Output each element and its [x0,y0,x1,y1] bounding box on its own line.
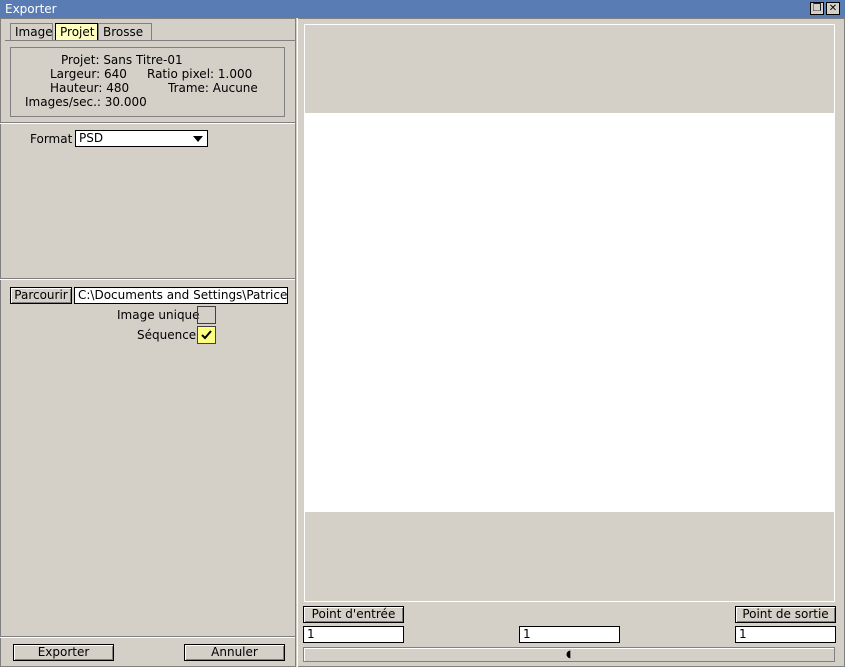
in-point-button[interactable]: Point d'entrée [303,606,404,623]
tab-projet[interactable]: Projet [55,23,98,41]
browse-button[interactable]: Parcourir [10,287,72,304]
sequence-checkbox[interactable] [197,326,216,344]
project-name: Projet: Sans Titre-01 [61,53,183,67]
restore-icon: ❐ [812,3,822,14]
checkmark-icon [201,330,212,340]
export-button[interactable]: Exporter [13,644,114,661]
frame-mode: Trame: Aucune [168,81,258,95]
panel-splitter[interactable] [295,18,298,667]
separator-bottom [0,636,295,638]
scrubber-handle-icon[interactable]: ◖ [566,650,571,660]
single-image-checkbox[interactable] [197,306,216,324]
title-bar: Exporter ❐ ✕ [0,0,845,18]
restore-button[interactable]: ❐ [810,2,824,15]
project-width: Largeur: 640 [50,67,127,81]
separator-middle [0,278,295,280]
current-frame-field[interactable]: 1 [519,626,620,643]
separator-top [0,122,295,124]
window-title: Exporter [5,2,57,16]
path-field[interactable]: C:\Documents and Settings\Patrice\Bu [74,287,288,304]
project-info-box: Projet: Sans Titre-01 Largeur: 640 Haute… [10,47,285,117]
preview-canvas [304,113,835,512]
pixel-ratio: Ratio pixel: 1.000 [147,67,253,81]
close-button[interactable]: ✕ [826,2,840,15]
tab-brosse[interactable]: Brosse [98,23,152,41]
format-label: Format [30,132,73,146]
project-height: Hauteur: 480 [50,81,130,95]
timeline-scrubber[interactable]: ◖ [303,647,835,662]
format-value: PSD [79,131,104,145]
tab-divider [5,40,295,41]
out-point-field[interactable]: 1 [735,626,836,643]
close-icon: ✕ [828,3,838,14]
sequence-label: Séquence [137,328,197,342]
in-point-field[interactable]: 1 [303,626,404,643]
cancel-button[interactable]: Annuler [184,644,285,661]
single-image-label: Image unique [117,308,200,322]
chevron-down-icon [193,136,203,142]
tab-image[interactable]: Image [10,23,53,41]
format-select[interactable]: PSD [75,130,208,147]
out-point-button[interactable]: Point de sortie [735,606,836,623]
project-fps: Images/sec.: 30.000 [25,95,147,109]
